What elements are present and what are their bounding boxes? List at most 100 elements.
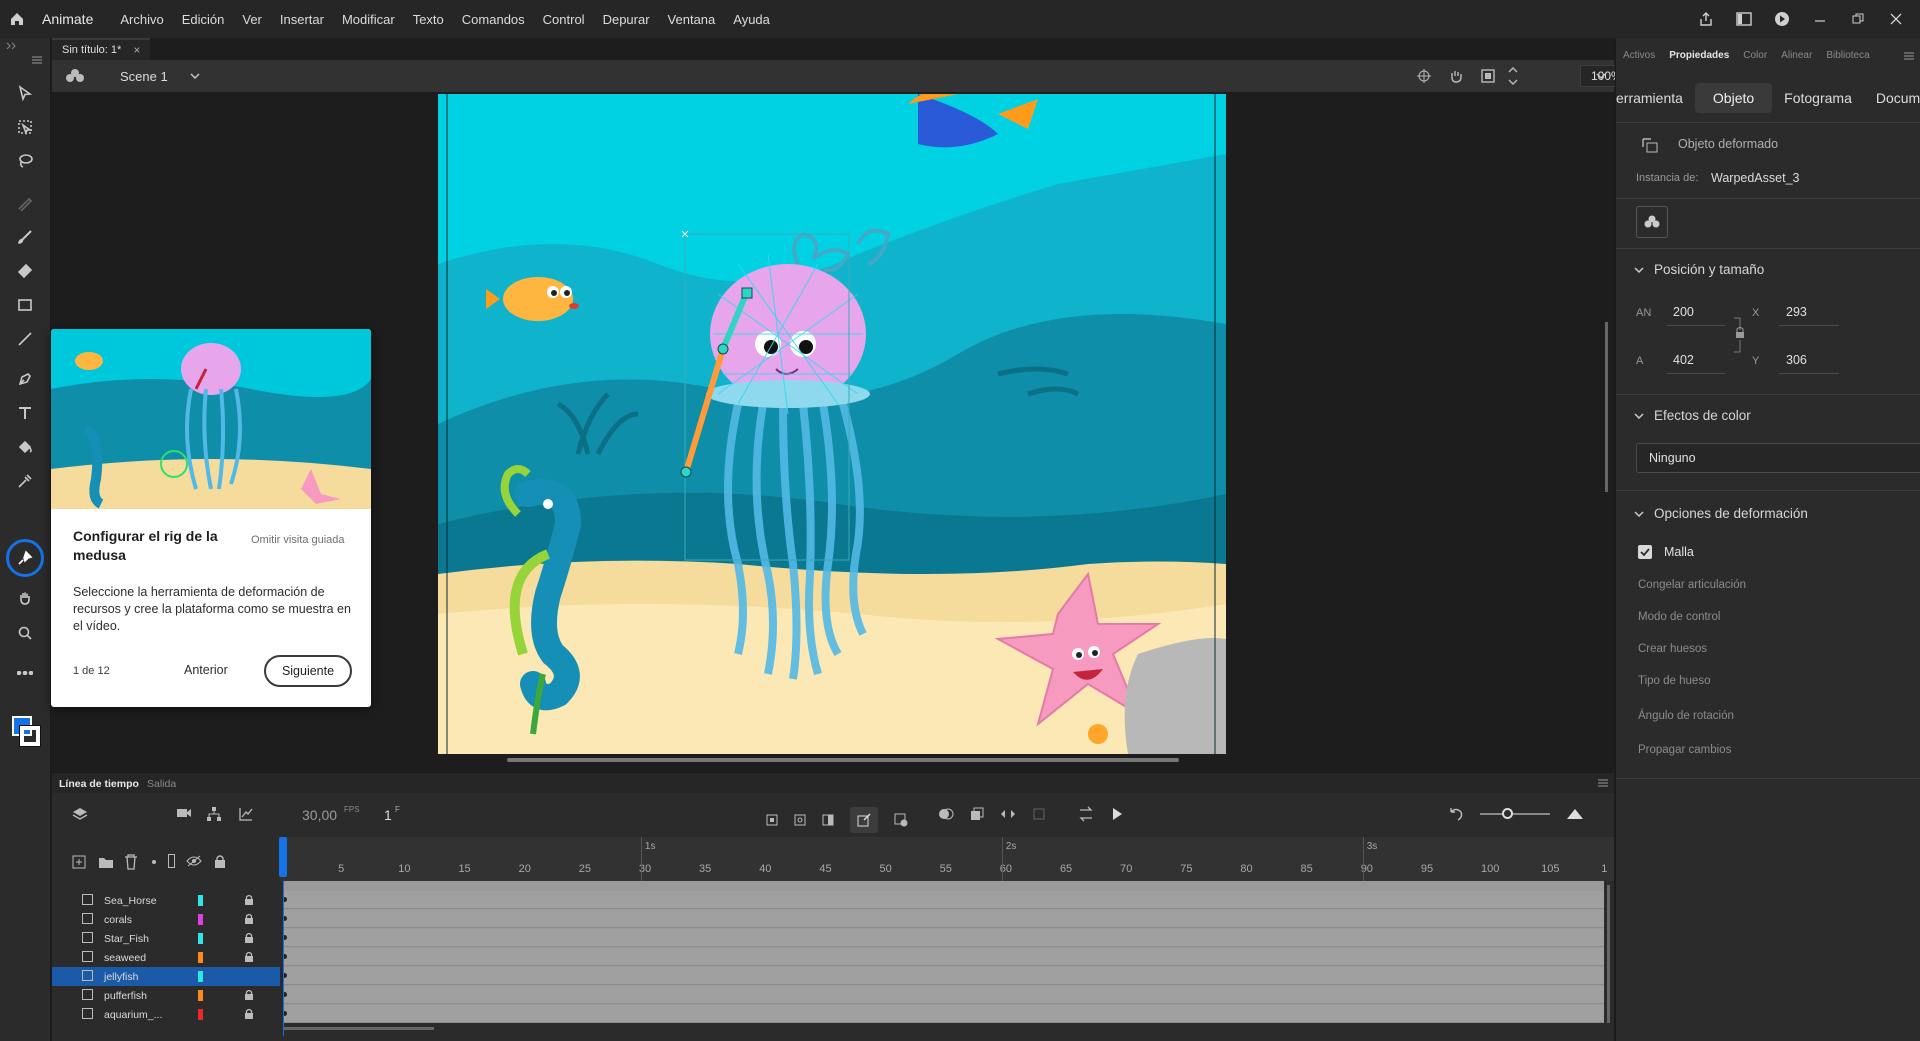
width-field[interactable]: 200 bbox=[1673, 305, 1694, 319]
position-size-header[interactable]: Posición y tamaño bbox=[1634, 262, 1764, 277]
fill-stroke-swatches[interactable] bbox=[10, 716, 41, 747]
selection-tool-icon[interactable] bbox=[12, 80, 38, 106]
frame-grid[interactable] bbox=[282, 881, 1604, 1023]
timeline-zoom-slider[interactable] bbox=[1480, 813, 1550, 815]
mesh-checkbox[interactable] bbox=[1638, 545, 1652, 559]
visibility-icon[interactable] bbox=[186, 855, 202, 867]
play-icon[interactable] bbox=[1110, 807, 1124, 821]
warp-option-1[interactable]: Modo de control bbox=[1638, 611, 1720, 623]
timeline-menu-icon[interactable] bbox=[1598, 779, 1608, 787]
layer-color-swatch[interactable] bbox=[198, 1009, 203, 1020]
close-document-icon[interactable]: × bbox=[133, 43, 140, 57]
height-field[interactable]: 402 bbox=[1673, 353, 1694, 367]
x-field[interactable]: 293 bbox=[1786, 305, 1807, 319]
stroke-color-swatch[interactable] bbox=[19, 725, 41, 747]
zoom-dropdown-icon[interactable] bbox=[1596, 73, 1606, 79]
frame-row[interactable] bbox=[282, 967, 1604, 985]
more-tools-icon[interactable] bbox=[12, 660, 38, 686]
layer-color-swatch[interactable] bbox=[198, 971, 203, 982]
brush-tool-icon[interactable] bbox=[12, 224, 38, 250]
zoom-tool-icon[interactable] bbox=[12, 620, 38, 646]
stage-canvas[interactable] bbox=[438, 94, 1226, 754]
menu-item-comandos[interactable]: Comandos bbox=[453, 12, 534, 27]
camera-icon[interactable] bbox=[176, 807, 192, 819]
panel-tab-color[interactable]: Color bbox=[1743, 50, 1767, 70]
scene-name[interactable]: Scene 1 bbox=[120, 69, 168, 84]
layer-color-swatch[interactable] bbox=[198, 895, 203, 906]
layer-color-swatch[interactable] bbox=[198, 914, 203, 925]
layer-row[interactable]: corals bbox=[52, 910, 280, 929]
layer-row[interactable]: aquarium_... bbox=[52, 1005, 280, 1024]
collapse-toolbar-icon[interactable] bbox=[6, 42, 16, 50]
fit-stage-icon[interactable] bbox=[1508, 66, 1518, 86]
rectangle-tool-icon[interactable] bbox=[12, 292, 38, 318]
layer-lock-icon[interactable] bbox=[244, 913, 254, 924]
scene-dropdown-icon[interactable] bbox=[190, 73, 200, 79]
color-effect-dropdown[interactable]: Ninguno bbox=[1636, 443, 1920, 473]
layer-row[interactable]: Sea_Horse bbox=[52, 891, 280, 910]
edit-symbols-icon[interactable] bbox=[66, 68, 84, 84]
onion-skin-icon[interactable] bbox=[938, 807, 954, 821]
menu-item-ver[interactable]: Ver bbox=[233, 12, 271, 27]
menu-item-edición[interactable]: Edición bbox=[173, 12, 234, 27]
tour-video-thumbnail[interactable] bbox=[51, 329, 371, 509]
frame-row[interactable] bbox=[282, 948, 1604, 966]
menu-item-control[interactable]: Control bbox=[534, 12, 594, 27]
warp-option-4[interactable]: Ángulo de rotación bbox=[1638, 710, 1734, 722]
color-effects-header[interactable]: Efectos de color bbox=[1634, 408, 1751, 423]
hand-tool-icon[interactable] bbox=[12, 585, 38, 611]
timeline-ruler[interactable]: 5 10 15 20 25 30 35 40 45 50 55 60 65 70 75 80 85 90 95 100… bbox=[280, 837, 1614, 881]
timeline-zoom-handle[interactable] bbox=[1502, 808, 1513, 819]
layer-row[interactable]: seaweed bbox=[52, 948, 280, 967]
layer-name[interactable]: aquarium_... bbox=[104, 1009, 162, 1021]
document-tab[interactable]: Sin título: 1* × bbox=[52, 38, 151, 60]
fit-timeline-icon[interactable] bbox=[1566, 806, 1584, 820]
outline-layers-icon[interactable] bbox=[168, 854, 175, 868]
layer-name[interactable]: corals bbox=[104, 914, 132, 926]
properties-subtab-0[interactable]: erramienta bbox=[1616, 90, 1695, 106]
timeline-vertical-scrollbar[interactable] bbox=[1607, 885, 1610, 1023]
layer-name[interactable]: jellyfish bbox=[104, 971, 138, 983]
lock-proportions-icon[interactable] bbox=[1733, 316, 1747, 356]
new-layer-icon[interactable] bbox=[72, 855, 86, 869]
layer-lock-icon[interactable] bbox=[244, 894, 254, 905]
free-transform-tool-icon[interactable] bbox=[12, 114, 38, 140]
sync-icon[interactable] bbox=[1000, 808, 1016, 820]
layer-name[interactable]: seaweed bbox=[104, 952, 146, 964]
layer-color-swatch[interactable] bbox=[198, 952, 203, 963]
warp-options-header[interactable]: Opciones de deformación bbox=[1634, 506, 1808, 521]
layer-parenting-icon[interactable] bbox=[206, 806, 222, 822]
menu-item-texto[interactable]: Texto bbox=[404, 12, 453, 27]
delete-layer-icon[interactable] bbox=[124, 854, 138, 870]
swap-symbol-button[interactable] bbox=[1636, 206, 1668, 238]
panel-tab-activos[interactable]: Activos bbox=[1623, 50, 1655, 70]
test-movie-icon[interactable] bbox=[1772, 9, 1792, 29]
y-field[interactable]: 306 bbox=[1786, 353, 1807, 367]
insert-blank-keyframe-icon[interactable] bbox=[794, 814, 806, 826]
pen-tool-icon[interactable] bbox=[12, 366, 38, 392]
properties-subtab-3[interactable]: Documen bbox=[1864, 90, 1920, 106]
workspace-layout-icon[interactable] bbox=[1734, 9, 1754, 29]
clip-stage-icon[interactable] bbox=[1480, 68, 1496, 84]
layer-color-swatch[interactable] bbox=[198, 990, 203, 1001]
text-tool-icon[interactable] bbox=[12, 400, 38, 426]
frame-row[interactable] bbox=[282, 910, 1604, 928]
tab-timeline[interactable]: Línea de tiempo bbox=[59, 778, 139, 790]
frame-row[interactable] bbox=[282, 986, 1604, 1004]
menu-item-archivo[interactable]: Archivo bbox=[111, 12, 172, 27]
insert-frame-icon[interactable] bbox=[822, 814, 834, 826]
minimize-icon[interactable] bbox=[1810, 9, 1830, 29]
auto-keyframe-toggle[interactable] bbox=[850, 807, 878, 833]
close-window-icon[interactable] bbox=[1886, 9, 1906, 29]
stage-horizontal-scrollbar[interactable] bbox=[507, 758, 1179, 762]
pencil-tool-icon[interactable] bbox=[12, 190, 38, 216]
highlight-layers-icon[interactable] bbox=[152, 860, 156, 864]
menu-item-ayuda[interactable]: Ayuda bbox=[724, 12, 779, 27]
frame-row[interactable] bbox=[282, 891, 1604, 909]
lasso-tool-icon[interactable] bbox=[12, 148, 38, 174]
layer-lock-icon[interactable] bbox=[244, 932, 254, 943]
properties-subtab-1[interactable]: Objeto bbox=[1694, 83, 1773, 113]
tab-output[interactable]: Salida bbox=[147, 778, 176, 790]
undo-icon[interactable] bbox=[1448, 806, 1464, 822]
layer-name[interactable]: pufferfish bbox=[104, 990, 147, 1002]
